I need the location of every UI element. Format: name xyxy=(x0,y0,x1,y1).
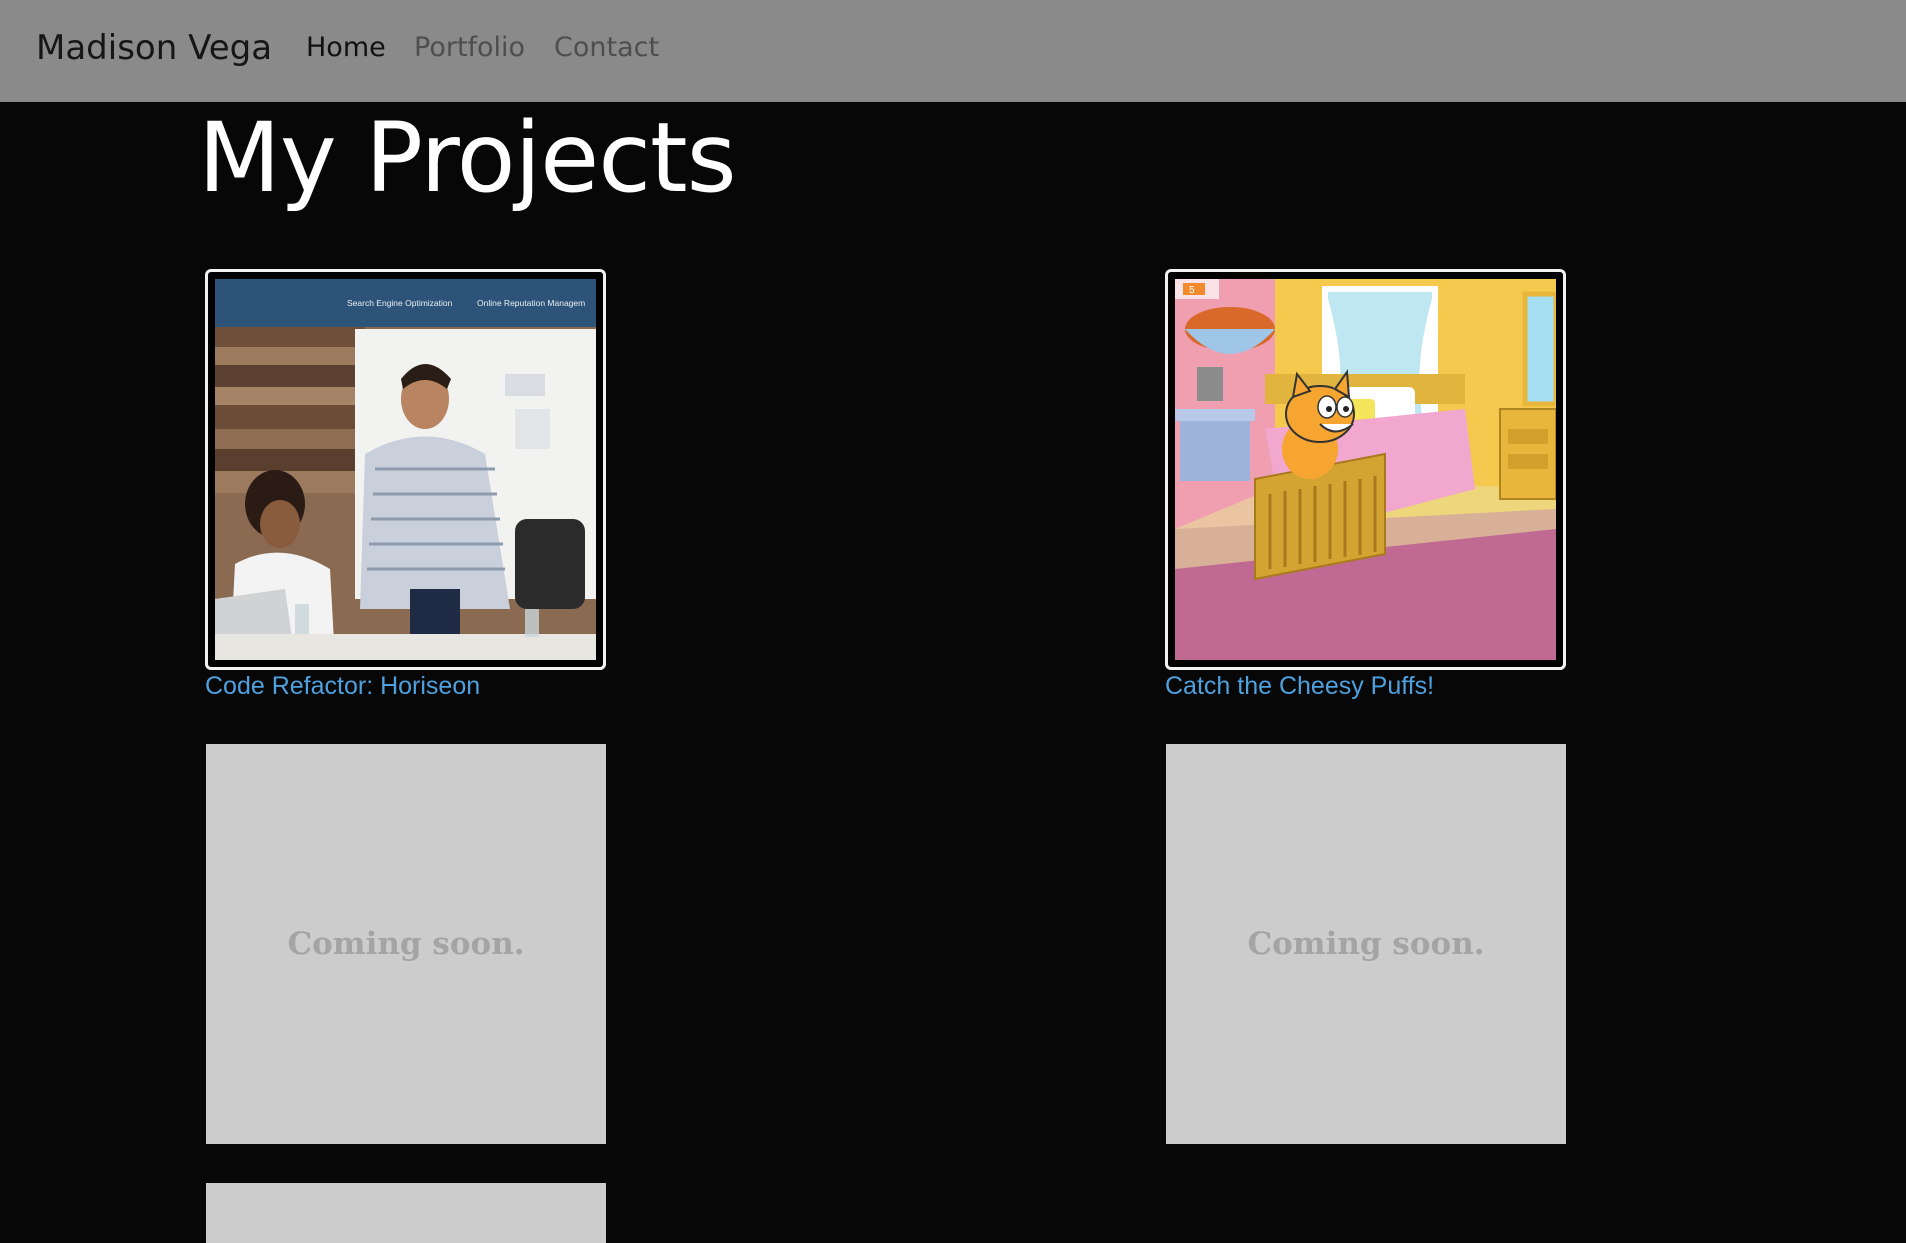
coming-soon-text: Coming soon. xyxy=(1247,926,1485,962)
coming-soon-text: Coming soon. xyxy=(287,926,525,962)
horiseon-thumbnail[interactable]: Search Engine Optimization Online Reputa… xyxy=(215,279,596,660)
project-link-cheesy-puffs[interactable]: Catch the Cheesy Puffs! xyxy=(1165,672,1434,701)
coming-soon-card: Coming soon. xyxy=(206,744,606,1144)
brand-name[interactable]: Madison Vega xyxy=(36,28,272,68)
nav-link-home[interactable]: Home xyxy=(306,32,386,63)
coming-soon-card xyxy=(206,1183,606,1243)
thumbnail-menu-1: Search Engine Optimization xyxy=(347,298,453,308)
cheesy-puffs-thumbnail[interactable]: 5 xyxy=(1175,279,1556,660)
project-card-horiseon[interactable]: Search Engine Optimization Online Reputa… xyxy=(205,269,606,670)
page-title: My Projects xyxy=(198,102,737,214)
game-score: 5 xyxy=(1189,285,1195,296)
nav-link-portfolio[interactable]: Portfolio xyxy=(414,32,525,63)
project-link-horiseon[interactable]: Code Refactor: Horiseon xyxy=(205,672,480,701)
project-card-cheesy-puffs[interactable]: 5 xyxy=(1165,269,1566,670)
navbar: Madison Vega Home Portfolio Contact xyxy=(0,0,1906,102)
coming-soon-card: Coming soon. xyxy=(1166,744,1566,1144)
nav-link-contact[interactable]: Contact xyxy=(554,32,659,63)
thumbnail-menu-2: Online Reputation Managem xyxy=(477,298,585,308)
